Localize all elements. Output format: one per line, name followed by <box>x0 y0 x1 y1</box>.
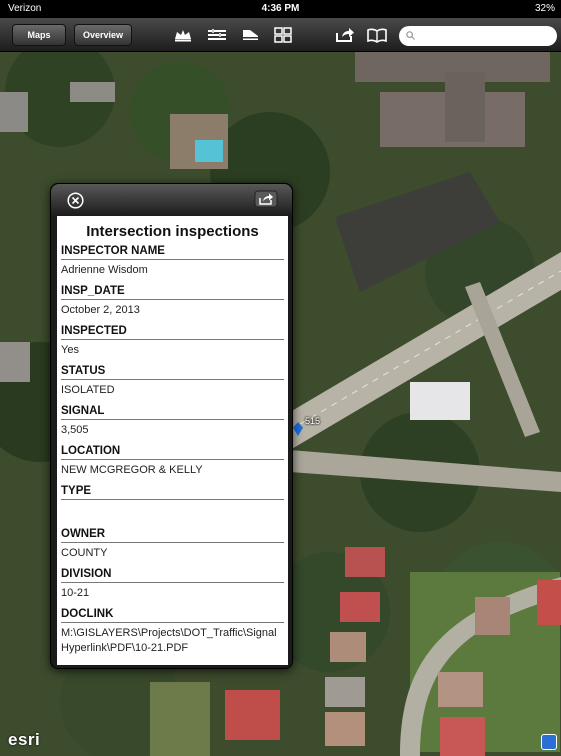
field-value: Yes <box>61 344 79 356</box>
field-label: DIVISION <box>61 566 284 583</box>
field-signal: SIGNAL 3,505 <box>57 403 288 443</box>
field-value: Adrienne Wisdom <box>61 264 148 276</box>
close-icon[interactable] <box>67 192 84 209</box>
field-inspector-name: INSPECTOR NAME Adrienne Wisdom <box>57 243 288 283</box>
field-inspected: INSPECTED Yes <box>57 323 288 363</box>
doclink-value[interactable]: M:\GISLAYERS\Projects\DOT_Traffic\Signal… <box>61 623 284 656</box>
field-label: DOCLINK <box>61 606 284 623</box>
layers-icon[interactable] <box>206 27 228 43</box>
field-label: TYPE <box>61 483 284 500</box>
field-value: 10-21 <box>61 587 90 599</box>
field-label: SIGNAL <box>61 403 284 420</box>
legend-icon[interactable] <box>240 27 262 43</box>
search-field[interactable] <box>399 26 557 46</box>
field-location: LOCATION NEW MCGREGOR & KELLY <box>57 443 288 483</box>
overview-button[interactable]: Overview <box>74 24 132 46</box>
bookmarks-icon[interactable] <box>366 27 388 43</box>
battery-level: 32% <box>534 3 555 14</box>
field-insp-date: INSP_DATE October 2, 2013 <box>57 283 288 323</box>
share-icon[interactable] <box>334 27 356 43</box>
field-doclink: DOCLINK M:\GISLAYERS\Projects\DOT_Traffi… <box>57 606 288 656</box>
feature-popup: Intersection inspections INSPECTOR NAME … <box>50 183 293 669</box>
toolbar: Maps Overview <box>0 18 561 52</box>
field-value: NEW MCGREGOR & KELLY <box>61 464 203 476</box>
field-label: LOCATION <box>61 443 284 460</box>
field-type: TYPE <box>57 483 288 526</box>
field-value <box>61 500 284 526</box>
field-division: DIVISION 10-21 <box>57 566 288 606</box>
popup-body[interactable]: Intersection inspections INSPECTOR NAME … <box>57 216 288 665</box>
status-bar: Verizon 4:36 PM 32% <box>0 0 561 18</box>
esri-logo: esri <box>8 730 41 749</box>
field-status: STATUS ISOLATED <box>57 363 288 403</box>
locate-button[interactable] <box>541 734 557 750</box>
grid-icon[interactable] <box>272 27 294 43</box>
popup-title: Intersection inspections <box>86 223 259 240</box>
popup-header <box>51 184 292 216</box>
share-icon[interactable] <box>254 190 278 208</box>
basemap-icon[interactable] <box>172 27 194 43</box>
map-label: 515 <box>305 416 321 426</box>
search-input[interactable] <box>419 28 549 44</box>
field-label: INSP_DATE <box>61 283 284 300</box>
maps-button[interactable]: Maps <box>12 24 66 46</box>
field-label: STATUS <box>61 363 284 380</box>
clock: 4:36 PM <box>261 3 300 14</box>
search-icon <box>406 31 415 40</box>
field-value: COUNTY <box>61 547 108 559</box>
field-label: INSPECTED <box>61 323 284 340</box>
field-label: OWNER <box>61 526 284 543</box>
field-label: INSPECTOR NAME <box>61 243 284 260</box>
field-value: 3,505 <box>61 424 89 436</box>
field-owner: OWNER COUNTY <box>57 526 288 566</box>
field-value: ISOLATED <box>61 384 115 396</box>
field-value: October 2, 2013 <box>61 304 140 316</box>
